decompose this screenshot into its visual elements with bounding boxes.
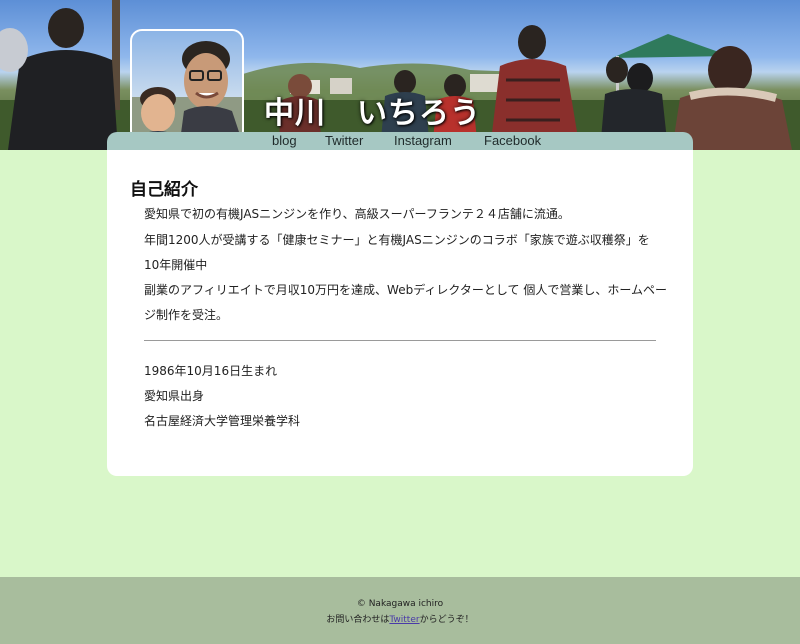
header-banner-photo: 中川 いちろう — [0, 0, 800, 150]
intro-line: 副業のアフィリエイトで月収10万円を達成、Webディレクターとして 個人で営業し… — [144, 283, 667, 297]
profile-education: 名古屋経済大学管理栄養学科 — [144, 414, 301, 428]
footer: © Nakagawa ichiro お問い合わせはTwitterからどうぞ！ — [0, 577, 800, 644]
footer-contact: お問い合わせはTwitterからどうぞ！ — [0, 612, 800, 625]
nav-link-blog[interactable]: blog — [272, 132, 297, 150]
profile-birthdate: 1986年10月16日生まれ — [144, 364, 278, 378]
site-title: 中川 いちろう — [264, 96, 481, 131]
nav-link-instagram[interactable]: Instagram — [394, 132, 452, 150]
avatar — [130, 29, 244, 143]
footer-twitter-link[interactable]: Twitter — [389, 615, 419, 625]
intro-line: 10年開催中 — [144, 258, 208, 272]
footer-contact-prefix: お問い合わせは — [326, 615, 390, 625]
section-heading-self-intro: 自己紹介 — [130, 180, 198, 200]
footer-copyright: © Nakagawa ichiro — [356, 599, 444, 609]
profile-photo — [132, 41, 242, 141]
profile-hometown: 愛知県出身 — [144, 389, 205, 403]
nav-link-twitter[interactable]: Twitter — [325, 132, 363, 150]
intro-line: ジ制作を受注。 — [144, 308, 229, 322]
divider — [144, 340, 656, 341]
intro-line: 愛知県で初の有機JASニンジンを作り、高級スーパーフランテ２４店舗に流通。 — [144, 207, 570, 221]
footer-contact-suffix: からどうぞ！ — [419, 615, 474, 625]
intro-line: 年間1200人が受講する「健康セミナー」と有機JASニンジンのコラボ「家族で遊ぶ… — [144, 233, 650, 247]
nav-link-facebook[interactable]: Facebook — [484, 132, 541, 150]
